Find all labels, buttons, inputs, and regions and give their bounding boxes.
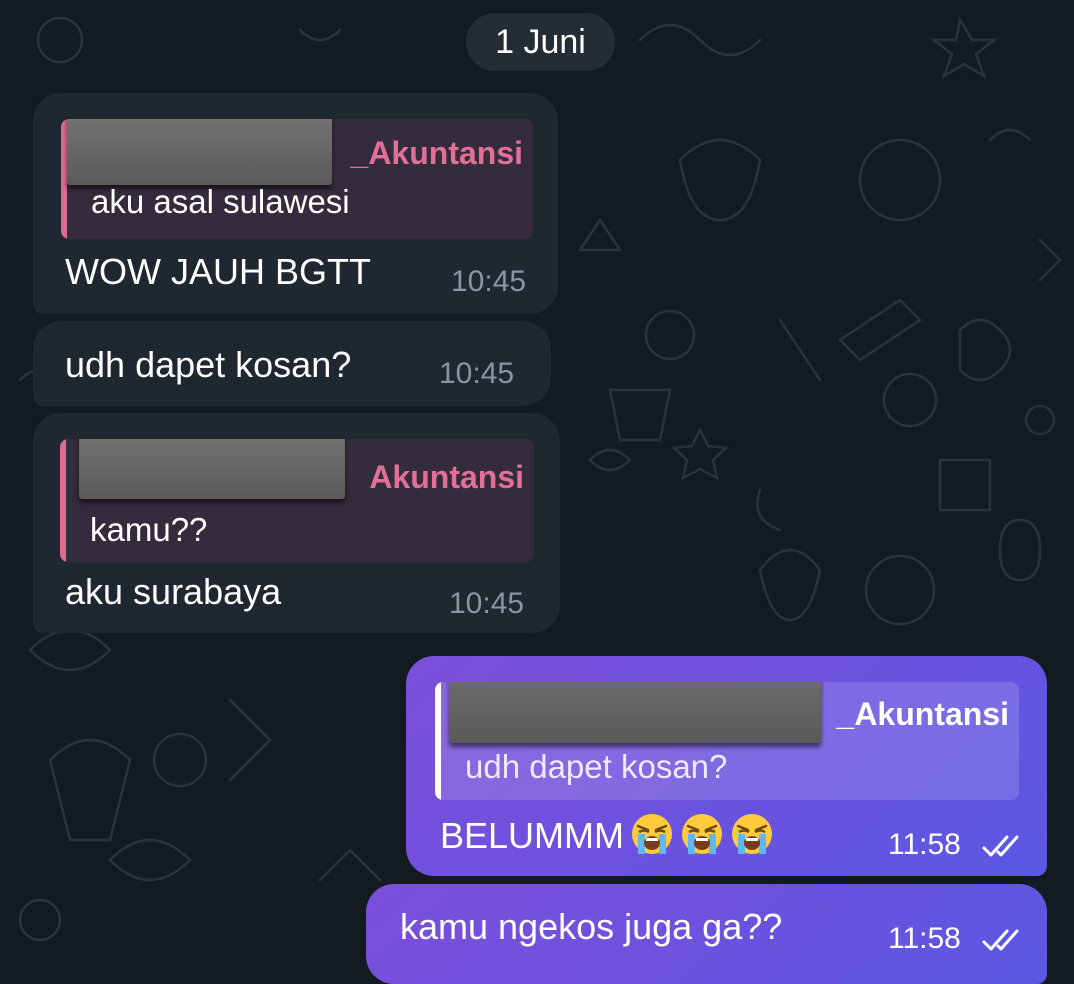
message-bubble-outgoing[interactable]: _Akuntansi udh dapet kosan? BELUMMM 11:5… <box>406 656 1047 876</box>
message-time: 10:45 <box>451 265 527 298</box>
message-text-content: BELUMMM <box>440 815 625 856</box>
loudly-crying-face-icon <box>682 814 723 854</box>
double-check-read-icon <box>982 835 1019 857</box>
message-time: 11:58 <box>888 922 961 955</box>
reply-accent-bar <box>60 439 66 562</box>
message-time: 10:45 <box>439 357 515 390</box>
message-bubble-incoming[interactable]: udh dapet kosan? 10:45 <box>33 321 551 406</box>
reply-quoted-text: kamu?? <box>90 511 208 548</box>
message-text: BELUMMM <box>440 812 774 857</box>
message-bubble-outgoing[interactable]: kamu ngekos juga ga?? 11:58 <box>366 884 1047 984</box>
double-check-read-icon <box>982 929 1019 951</box>
reply-accent-bar <box>435 682 441 800</box>
message-time: 10:45 <box>449 587 525 620</box>
redacted-name-block <box>79 439 345 499</box>
redacted-name-block <box>67 119 332 185</box>
message-bubble-incoming[interactable]: Akuntansi kamu?? aku surabaya 10:45 <box>33 413 560 633</box>
message-time: 11:58 <box>888 828 961 861</box>
reply-sender-name: _Akuntansi <box>350 135 523 171</box>
message-text: WOW JAUH BGTT <box>65 251 371 292</box>
loudly-crying-face-icon <box>632 814 673 854</box>
reply-quote[interactable]: _Akuntansi aku asal sulawesi <box>61 119 533 239</box>
reply-quote[interactable]: _Akuntansi udh dapet kosan? <box>435 682 1019 800</box>
reply-sender-name: _Akuntansi <box>836 696 1009 732</box>
redacted-name-block <box>449 682 821 743</box>
loudly-crying-face-icon <box>732 814 773 854</box>
reply-quoted-text: aku asal sulawesi <box>91 183 350 220</box>
reply-sender-name: Akuntansi <box>369 459 524 495</box>
message-text: aku surabaya <box>65 571 282 612</box>
date-separator: 1 Juni <box>466 13 615 71</box>
reply-quote[interactable]: Akuntansi kamu?? <box>60 439 534 562</box>
message-text: kamu ngekos juga ga?? <box>400 906 783 947</box>
reply-quoted-text: udh dapet kosan? <box>465 748 728 785</box>
message-text: udh dapet kosan? <box>65 344 352 385</box>
message-bubble-incoming[interactable]: _Akuntansi aku asal sulawesi WOW JAUH BG… <box>33 93 558 314</box>
